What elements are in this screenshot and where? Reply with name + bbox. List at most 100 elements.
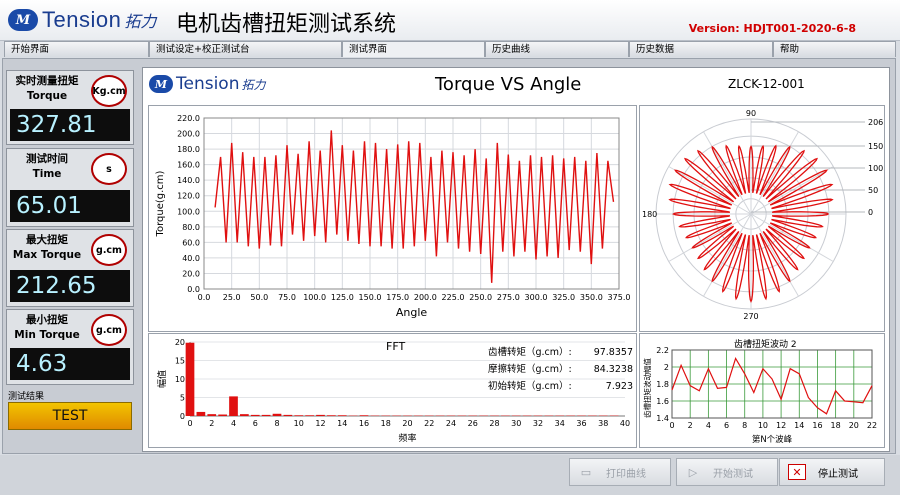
tab-history-curve[interactable]: 历史曲线 bbox=[485, 41, 629, 57]
fft-bar bbox=[229, 396, 238, 416]
fft-y-tick-label: 10 bbox=[175, 375, 185, 384]
fft-bar bbox=[272, 413, 282, 416]
radial-tick-label: 206 bbox=[868, 118, 883, 127]
x-tick-label: 0.0 bbox=[198, 293, 211, 302]
x-tick-label: 75.0 bbox=[278, 293, 296, 302]
torque-unit: Kg.cm bbox=[91, 75, 127, 107]
wave-x-tick-label: 10 bbox=[758, 421, 768, 430]
stop-test-button[interactable]: ✕ 停止测试 bbox=[779, 458, 885, 486]
fft-x-tick-label: 12 bbox=[315, 419, 325, 428]
fft-x-tick-label: 8 bbox=[274, 419, 279, 428]
wave-x-tick-label: 20 bbox=[849, 421, 859, 430]
min-torque-label-en: Min Torque bbox=[14, 329, 80, 341]
x-axis-title: Angle bbox=[396, 306, 428, 319]
print-curve-label: 打印曲线 bbox=[606, 468, 646, 480]
start-test-button[interactable]: ▷ 开始测试 bbox=[676, 458, 778, 486]
tab-test[interactable]: 测试界面 bbox=[342, 41, 485, 57]
torque-angle-panel: 0.0 20.0 40.0 60.0 80.0 100.0 120.0 140.0 160.0 1… bbox=[148, 105, 637, 332]
radial-tick-label: 50 bbox=[868, 186, 878, 195]
fft-x-tick-label: 2 bbox=[209, 419, 214, 428]
max-torque-tile: 最大扭矩 Max Torque g.cm 212.65 bbox=[6, 229, 134, 307]
start-test-label: 开始测试 bbox=[713, 468, 753, 480]
time-readout: 65.01 bbox=[10, 190, 130, 222]
y-tick-label: 120.0 bbox=[177, 192, 200, 201]
logo-mark-icon: M bbox=[8, 9, 38, 31]
app-title: 电机齿槽扭矩测试系统 bbox=[176, 12, 397, 37]
min-torque-label-cn: 最小扭矩 bbox=[26, 314, 68, 326]
cogging-torque-value: 97.8357 bbox=[593, 347, 633, 358]
wave-x-tick-label: 16 bbox=[812, 421, 822, 430]
y-tick-label: 40.0 bbox=[182, 254, 200, 263]
wave-x-tick-label: 2 bbox=[688, 421, 693, 430]
fft-x-tick-label: 0 bbox=[187, 419, 192, 428]
radial-tick-label: 150 bbox=[868, 142, 883, 151]
cogging-torque-row: 齿槽转矩（g.cm）: 97.8357 bbox=[488, 344, 633, 361]
test-result-button[interactable]: TEST bbox=[8, 402, 132, 430]
fft-x-tick-label: 28 bbox=[489, 419, 499, 428]
angle-label-270: 270 bbox=[743, 312, 758, 321]
y-tick-label: 80.0 bbox=[182, 223, 200, 232]
torque-series-line bbox=[214, 130, 615, 283]
fft-bar bbox=[294, 415, 304, 416]
wave-chart: 1.4 1.6 1.8 2 2.2 0 2 4 6 8 10 12 14 16 18 20 22 第N个波峰 齿槽扭… bbox=[642, 346, 877, 445]
tab-start[interactable]: 开始界面 bbox=[4, 41, 149, 57]
title-bar: M Tension 拓力 电机齿槽扭矩测试系统 Version: HDJT001… bbox=[0, 0, 900, 41]
print-curve-button[interactable]: ▭ 打印曲线 bbox=[569, 458, 671, 486]
y-tick-label: 220.0 bbox=[177, 114, 200, 123]
fft-x-tick-label: 32 bbox=[533, 419, 543, 428]
fft-title: FFT bbox=[386, 340, 406, 353]
y-tick-label: 20.0 bbox=[182, 269, 200, 278]
fft-x-tick-label: 6 bbox=[253, 419, 258, 428]
fft-x-tick-label: 36 bbox=[576, 419, 586, 428]
fft-y-axis-title: 幅值 bbox=[156, 370, 168, 388]
tab-history-data[interactable]: 历史数据 bbox=[629, 41, 773, 57]
tab-help[interactable]: 帮助 bbox=[773, 41, 896, 57]
fft-y-tick-label: 20 bbox=[175, 338, 185, 347]
fft-bar bbox=[240, 414, 249, 416]
friction-torque-row: 摩擦转矩（g.cm）: 84.3238 bbox=[488, 361, 633, 378]
fft-y-tick-label: 0 bbox=[180, 412, 185, 421]
radial-tick-label: 0 bbox=[868, 208, 873, 217]
play-icon: ▷ bbox=[688, 465, 698, 479]
wave-y-tick-label: 2 bbox=[664, 363, 669, 372]
print-icon: ▭ bbox=[580, 465, 592, 479]
wave-x-tick-label: 4 bbox=[706, 421, 711, 430]
footer-bar: ▭ 打印曲线 ▷ 开始测试 ✕ 停止测试 bbox=[0, 455, 900, 495]
main-logo-sub: 拓力 bbox=[241, 77, 266, 92]
tab-settings[interactable]: 测试设定+校正测试台 bbox=[149, 41, 342, 57]
y-tick-label: 60.0 bbox=[182, 238, 200, 247]
time-label-en: Time bbox=[32, 168, 62, 180]
max-torque-readout: 212.65 bbox=[10, 270, 130, 302]
wave-x-tick-label: 6 bbox=[724, 421, 729, 430]
x-tick-label: 50.0 bbox=[250, 293, 268, 302]
fft-bar bbox=[305, 415, 314, 416]
angle-label-180: 180 bbox=[642, 210, 657, 219]
wave-y-axis-title: 齿槽扭矩波动幅值 bbox=[642, 358, 652, 418]
wave-y-tick-label: 2.2 bbox=[656, 346, 669, 355]
polar-chart: 206 150 100 50 0 90 180 270 bbox=[642, 109, 883, 321]
fft-x-tick-label: 10 bbox=[294, 419, 304, 428]
fft-bar bbox=[337, 415, 347, 416]
wave-panel: 1.4 1.6 1.8 2 2.2 0 2 4 6 8 10 12 14 16 18 20 22 第N个波峰 齿槽扭… bbox=[639, 333, 885, 448]
wave-y-tick-label: 1.4 bbox=[656, 414, 669, 423]
x-tick-label: 325.0 bbox=[552, 293, 575, 302]
fft-x-tick-label: 24 bbox=[446, 419, 456, 428]
min-torque-unit: g.cm bbox=[91, 314, 127, 346]
friction-torque-value: 84.3238 bbox=[593, 364, 633, 375]
fft-x-tick-label: 38 bbox=[598, 419, 608, 428]
wave-y-tick-label: 1.6 bbox=[656, 397, 669, 406]
fft-bar bbox=[250, 414, 260, 416]
stop-test-label: 停止测试 bbox=[818, 468, 858, 480]
x-tick-label: 375.0 bbox=[608, 293, 631, 302]
fft-bar bbox=[218, 414, 227, 416]
min-torque-tile: 最小扭矩 Min Torque g.cm 4.63 bbox=[6, 309, 134, 385]
x-tick-label: 250.0 bbox=[469, 293, 492, 302]
x-tick-label: 275.0 bbox=[497, 293, 520, 302]
time-unit: s bbox=[91, 153, 127, 185]
initial-torque-row: 初始转矩（g.cm）: 7.923 bbox=[488, 378, 633, 395]
y-tick-label: 200.0 bbox=[177, 130, 200, 139]
x-tick-label: 225.0 bbox=[442, 293, 465, 302]
fft-x-tick-label: 40 bbox=[620, 419, 630, 428]
fft-bar bbox=[185, 342, 195, 416]
main-display: M Tension 拓力 Torque VS Angle ZLCK-12-001… bbox=[142, 67, 890, 452]
